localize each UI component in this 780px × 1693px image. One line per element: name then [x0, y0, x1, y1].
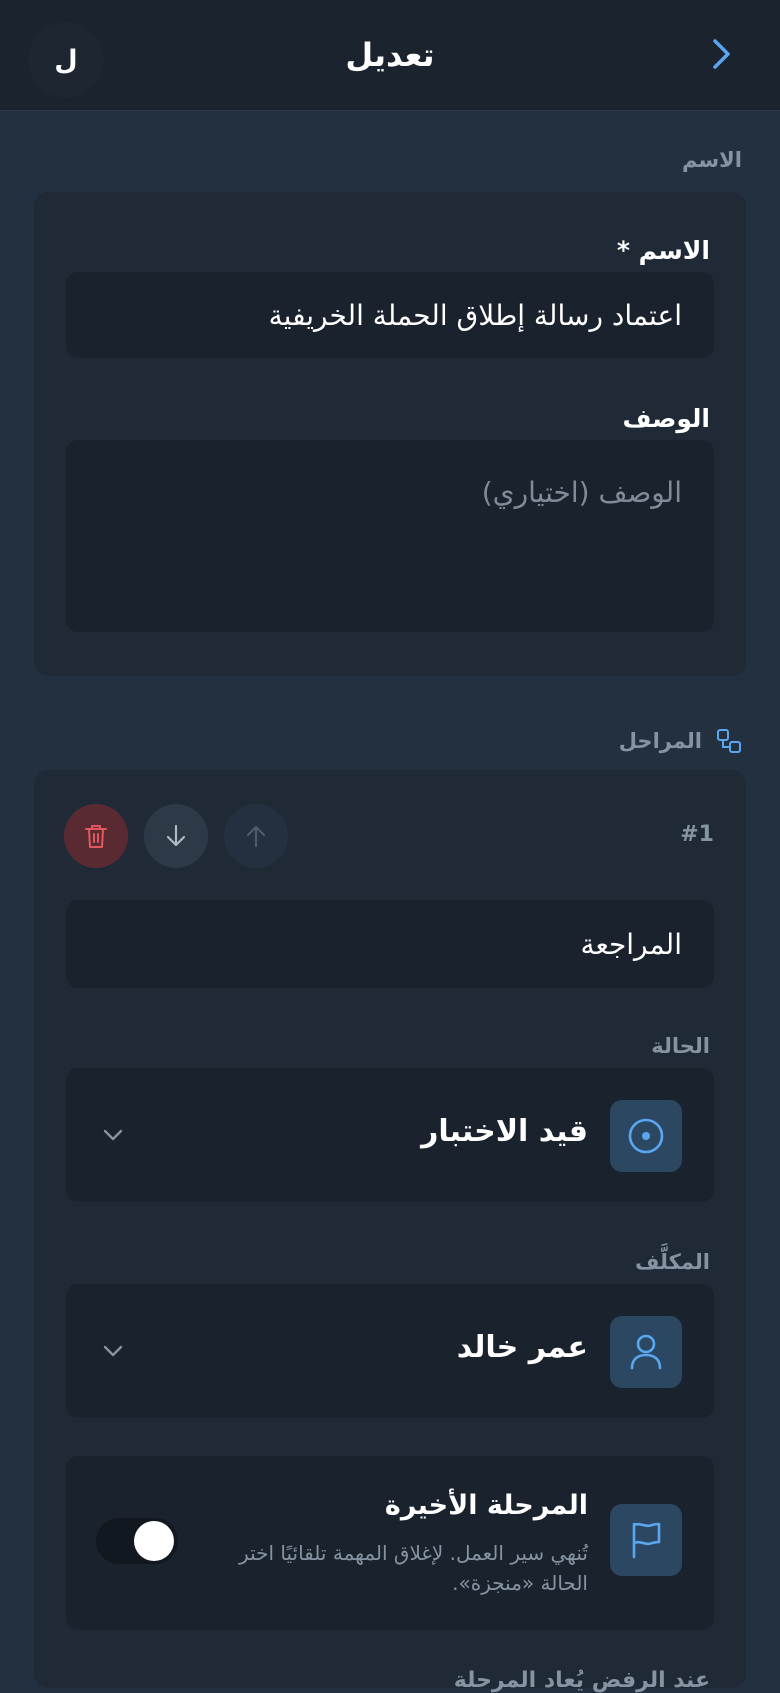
assignee-icon-box — [610, 1316, 682, 1388]
user-avatar[interactable]: ل — [28, 22, 104, 98]
arrow-down-icon — [166, 824, 186, 847]
stages-icon — [717, 729, 741, 753]
chevron-down-icon — [98, 1336, 128, 1366]
assignee-label: المكلَّف — [635, 1250, 710, 1274]
trash-icon — [85, 825, 107, 848]
move-up-button[interactable] — [224, 804, 288, 868]
next-field-label: عند الرفض يُعاد المرحلة — [453, 1668, 710, 1693]
target-circle-icon — [628, 1118, 664, 1154]
name-section-label: الاسم — [682, 148, 742, 172]
status-select[interactable]: قيد الاختبار — [66, 1068, 714, 1202]
name-input-value: اعتماد رسالة إطلاق الحملة الخريفية — [268, 298, 682, 332]
final-stage-description: تُنهي سير العمل. لإغلاق المهمة تلقائيًا … — [239, 1541, 588, 1595]
status-value: قيد الاختبار — [421, 1114, 588, 1149]
stage-name-input[interactable]: المراجعة — [66, 900, 714, 988]
final-stage-row: المرحلة الأخيرة تُنهي سير العمل. لإغلاق … — [66, 1456, 714, 1630]
stages-section-label-text: المراحل — [618, 729, 702, 753]
flag-icon — [632, 1522, 661, 1559]
assignee-select[interactable]: عمر خالد — [66, 1284, 714, 1418]
status-icon-box — [610, 1100, 682, 1172]
delete-stage-button[interactable] — [64, 804, 128, 868]
page-title: تعديل — [345, 36, 435, 74]
app-header: تعديل ل — [0, 0, 780, 111]
final-stage-title: المرحلة الأخيرة — [384, 1490, 588, 1521]
name-section-label-text: الاسم — [682, 148, 742, 172]
description-field-label: الوصف — [622, 404, 710, 433]
name-field-label: الاسم * — [616, 236, 710, 265]
arrow-up-icon — [246, 825, 266, 848]
stage-number: #1 — [680, 822, 714, 847]
move-down-button[interactable] — [144, 804, 208, 868]
user-icon — [630, 1334, 662, 1370]
description-input[interactable]: الوصف (اختياري) — [66, 440, 714, 632]
status-label: الحالة — [651, 1034, 710, 1058]
final-stage-toggle[interactable] — [96, 1518, 178, 1564]
stage-name-value: المراجعة — [580, 927, 682, 961]
chevron-down-icon — [98, 1120, 128, 1150]
toggle-knob — [134, 1521, 174, 1561]
assignee-value: عمر خالد — [456, 1330, 588, 1365]
final-stage-icon-box — [610, 1504, 682, 1576]
description-placeholder: الوصف (اختياري) — [481, 476, 682, 509]
stages-section-label: المراحل — [619, 728, 742, 754]
name-input[interactable]: اعتماد رسالة إطلاق الحملة الخريفية — [66, 272, 714, 358]
